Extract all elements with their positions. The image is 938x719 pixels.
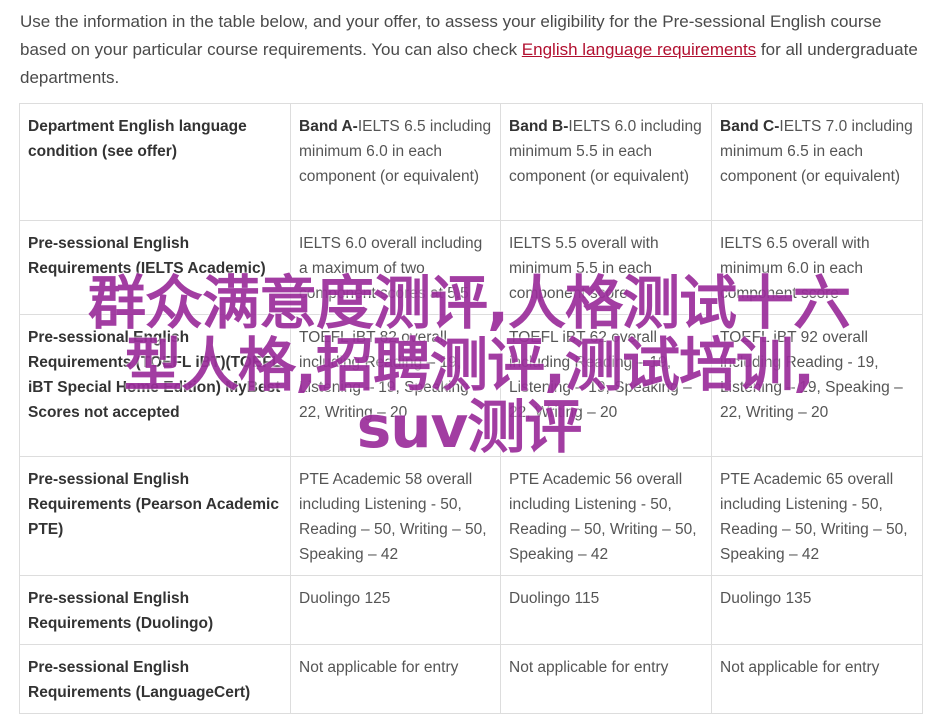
table-cell: TOEFL iBT 82 overall including Reading –… (290, 314, 501, 457)
table-cell: Not applicable for entry (290, 644, 501, 714)
band-c-label: Band C- (720, 118, 780, 135)
table-cell: IELTS 6.0 overall including a maximum of… (290, 220, 501, 315)
band-b-header: Band B-IELTS 6.0 including minimum 5.5 i… (500, 103, 712, 221)
table-cell: IELTS 6.5 overall with minimum 6.0 in ea… (711, 220, 923, 315)
english-requirements-link[interactable]: English language requirements (522, 40, 756, 59)
table-cell: PTE Academic 58 overall including Listen… (290, 456, 501, 576)
table-row: Pre-sessional English Requirements (IELT… (19, 220, 923, 315)
table-cell: PTE Academic 65 overall including Listen… (711, 456, 923, 576)
row-label-ielts: Pre-sessional English Requirements (IELT… (19, 220, 291, 315)
table-cell: TOEFL iBT 62 overall including Reading –… (500, 314, 712, 457)
table-cell: Not applicable for entry (711, 644, 923, 714)
row-label-languagecert: Pre-sessional English Requirements (Lang… (19, 644, 291, 714)
table-cell: Not applicable for entry (500, 644, 712, 714)
table-row: Pre-sessional English Requirements (Pear… (19, 456, 923, 576)
table-cell: Duolingo 125 (290, 575, 501, 645)
table-row: Pre-sessional English Requirements (Lang… (19, 644, 923, 714)
table-cell: IELTS 5.5 overall with minimum 5.5 in ea… (500, 220, 712, 315)
table-row: Pre-sessional English Requirements (Duol… (19, 575, 923, 645)
band-a-label: Band A- (299, 118, 358, 135)
band-b-label: Band B- (509, 118, 569, 135)
table-cell: TOEFL iBT 92 overall including Reading -… (711, 314, 923, 457)
table-cell: Duolingo 115 (500, 575, 712, 645)
table-row: Pre-sessional English Requirements (TOEF… (19, 314, 923, 457)
intro-paragraph: Use the information in the table below, … (20, 8, 925, 92)
row-label-pte: Pre-sessional English Requirements (Pear… (19, 456, 291, 576)
requirements-table: Department English language condition (s… (19, 103, 923, 714)
row-label-toefl: Pre-sessional English Requirements (TOEF… (19, 314, 291, 457)
table-header-row: Department English language condition (s… (19, 103, 923, 221)
row-label-duolingo: Pre-sessional English Requirements (Duol… (19, 575, 291, 645)
table-cell: PTE Academic 56 overall including Listen… (500, 456, 712, 576)
band-c-header: Band C-IELTS 7.0 including minimum 6.5 i… (711, 103, 923, 221)
band-a-header: Band A-IELTS 6.5 including minimum 6.0 i… (290, 103, 501, 221)
header-condition-cell: Department English language condition (s… (19, 103, 291, 221)
table-cell: Duolingo 135 (711, 575, 923, 645)
